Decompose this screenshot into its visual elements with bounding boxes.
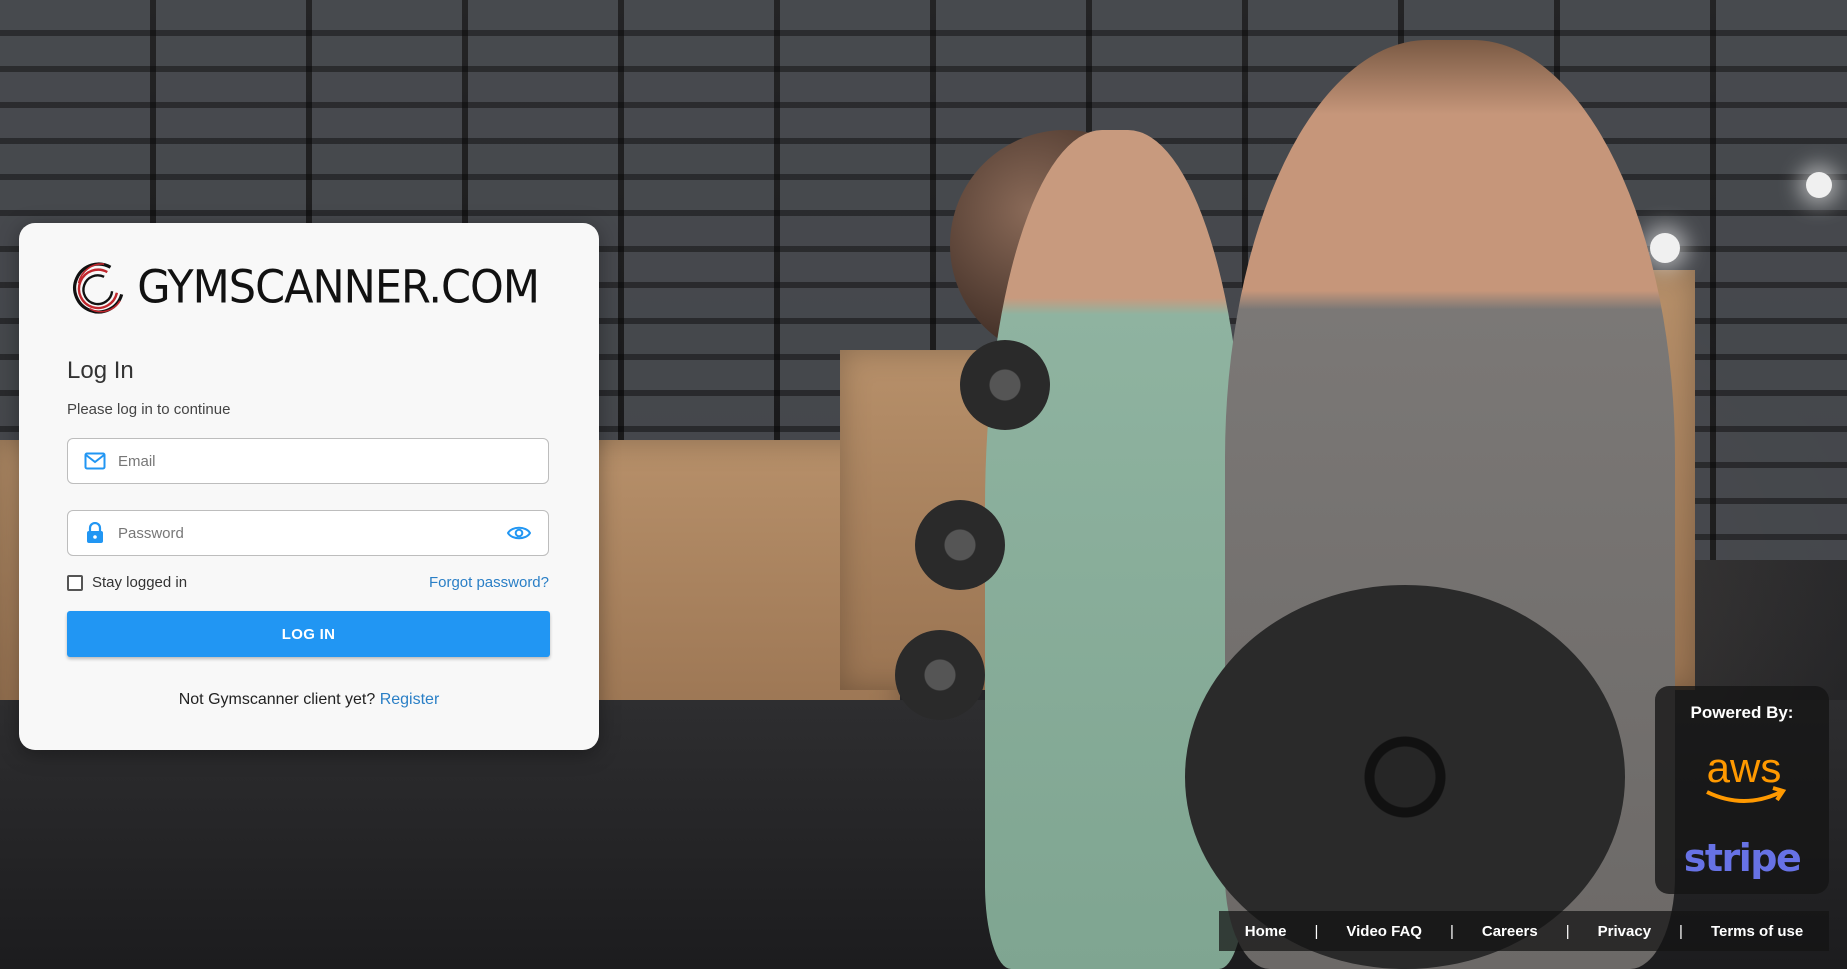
footer-nav: Home | Video FAQ | Careers | Privacy | T… — [1219, 911, 1829, 951]
password-input[interactable] — [116, 523, 506, 543]
page-title: Log In — [67, 357, 134, 384]
email-field[interactable] — [67, 438, 549, 484]
password-field[interactable] — [67, 510, 549, 556]
powered-by-label: Powered By: — [1690, 703, 1794, 722]
stay-logged-in[interactable]: Stay logged in — [67, 574, 187, 591]
register-link[interactable]: Register — [380, 691, 440, 708]
footer-separator: | — [1314, 922, 1319, 940]
stripe-logo: stripe — [1683, 836, 1802, 880]
stay-logged-in-checkbox[interactable] — [67, 574, 83, 591]
ceiling-light — [1650, 233, 1680, 263]
register-prompt: Not Gymscanner client yet? Register — [19, 691, 599, 709]
forgot-password-link[interactable]: Forgot password? — [429, 574, 549, 591]
footer-separator: | — [1449, 922, 1454, 940]
email-input[interactable] — [116, 451, 548, 471]
not-client-text: Not Gymscanner client yet? — [178, 691, 376, 708]
powered-by-panel: Powered By: aws stripe — [1655, 686, 1829, 894]
page-subtitle: Please log in to continue — [67, 401, 231, 418]
footer-link-video-faq[interactable]: Video FAQ — [1346, 923, 1422, 940]
gymscanner-logo[interactable]: GYMSCANNER.COM — [69, 252, 540, 324]
stay-logged-in-label: Stay logged in — [92, 574, 188, 591]
footer-link-privacy[interactable]: Privacy — [1598, 923, 1651, 940]
lock-icon — [84, 522, 106, 544]
login-button[interactable]: LOG IN — [67, 611, 550, 657]
logo-text: GYMSCANNER.COM — [137, 261, 540, 315]
ceiling-light — [1806, 172, 1832, 198]
footer-separator: | — [1679, 922, 1683, 940]
aws-logo: aws — [1706, 748, 1787, 803]
logo-swirl-icon — [73, 262, 124, 314]
footer-link-careers[interactable]: Careers — [1482, 923, 1538, 940]
dumbbell — [960, 340, 1050, 430]
aws-logo-text: aws — [1707, 748, 1782, 791]
dumbbell — [915, 500, 1005, 590]
footer-link-home[interactable]: Home — [1245, 923, 1287, 940]
footer-link-terms[interactable]: Terms of use — [1711, 923, 1803, 940]
eye-icon[interactable] — [506, 522, 532, 544]
login-card: GYMSCANNER.COM Log In Please log in to c… — [19, 223, 599, 750]
mail-icon — [84, 450, 106, 472]
dumbbell — [895, 630, 985, 720]
footer-separator: | — [1565, 922, 1570, 940]
